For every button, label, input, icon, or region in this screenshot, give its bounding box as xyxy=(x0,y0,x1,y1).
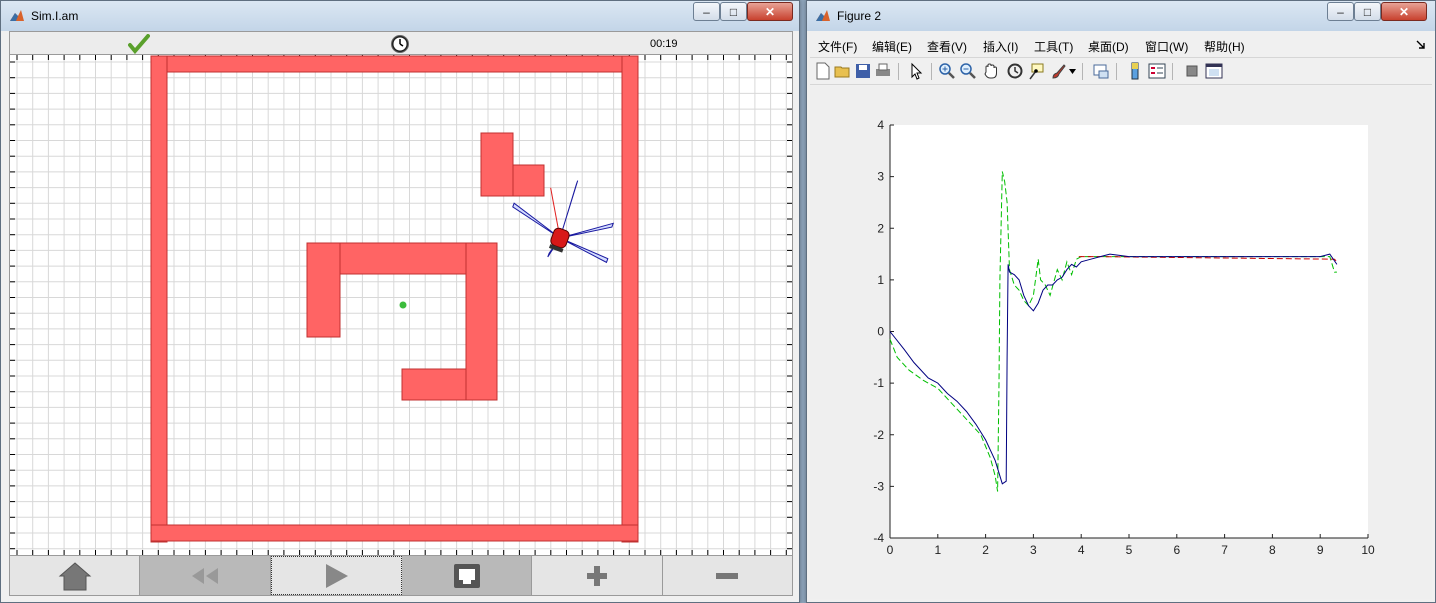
axes-background xyxy=(890,125,1368,538)
wall-block xyxy=(512,164,545,197)
line-chart[interactable]: 0 1 2 3 4 5 6 7 8 9 10 -4 -3 -2 -1 0 1 2 3 4 xyxy=(810,86,1432,599)
menu-view[interactable]: 查看(V) xyxy=(927,38,967,55)
zoom-out-icon[interactable] xyxy=(959,62,977,80)
play-icon xyxy=(326,563,349,588)
figure-toolbar xyxy=(810,57,1432,85)
wall-block xyxy=(339,242,467,275)
wall-block xyxy=(306,242,341,338)
simulator-controls xyxy=(9,555,793,596)
minimize-button[interactable]: – xyxy=(693,2,720,21)
x-tick-label: 2 xyxy=(982,543,989,557)
x-tick-label: 8 xyxy=(1269,543,1276,557)
wall-block xyxy=(150,55,168,543)
simulation-canvas[interactable] xyxy=(9,55,793,555)
chevron-down-icon[interactable] xyxy=(1069,69,1076,74)
sim-window-title: Sim.I.am xyxy=(31,9,79,23)
close-button[interactable]: ✕ xyxy=(747,2,793,21)
wall-block xyxy=(150,55,639,73)
show-plot-tools-icon[interactable] xyxy=(1205,62,1223,80)
y-tick-label: 0 xyxy=(877,325,884,339)
matlab-icon xyxy=(816,10,830,21)
y-tick-label: -4 xyxy=(873,531,884,545)
network-port-icon xyxy=(453,563,480,588)
x-tick-label: 1 xyxy=(934,543,941,557)
brush-icon[interactable] xyxy=(1050,62,1068,80)
menu-bar: 文件(F) 编辑(E) 查看(V) 插入(I) 工具(T) 桌面(D) 窗口(W… xyxy=(810,34,1432,56)
figure-titlebar[interactable]: Figure 2 – □ ✕ xyxy=(807,1,1435,31)
y-tick-label: 1 xyxy=(877,273,884,287)
dock-arrow-icon[interactable] xyxy=(1416,40,1426,50)
minimize-button[interactable]: – xyxy=(1327,2,1354,21)
y-tick-label: 3 xyxy=(877,170,884,184)
pan-icon[interactable] xyxy=(982,62,1000,80)
network-button[interactable] xyxy=(401,556,533,595)
home-icon xyxy=(58,561,91,590)
goal-marker xyxy=(399,301,407,309)
y-tick-label: -2 xyxy=(873,428,884,442)
figure-window-title: Figure 2 xyxy=(837,9,882,23)
figure-window: Figure 2 – □ ✕ 文件(F) 编辑(E) 查看(V) 插入(I) 工… xyxy=(806,0,1436,603)
link-plot-icon[interactable] xyxy=(1092,62,1110,80)
new-figure-icon[interactable] xyxy=(814,62,832,80)
zoom-out-button[interactable] xyxy=(663,556,792,595)
sim-clock: 00:19 xyxy=(650,38,678,50)
menu-insert[interactable]: 插入(I) xyxy=(983,38,1018,55)
maximize-button[interactable]: □ xyxy=(720,2,747,21)
checkmark-icon xyxy=(128,34,150,54)
wall-block xyxy=(480,132,514,197)
matlab-icon xyxy=(10,10,24,21)
y-tick-label: 2 xyxy=(877,221,884,235)
menu-window[interactable]: 窗口(W) xyxy=(1145,38,1188,55)
world-view xyxy=(10,55,792,555)
rewind-button[interactable] xyxy=(140,556,271,595)
rewind-icon xyxy=(191,567,218,584)
menu-desktop[interactable]: 桌面(D) xyxy=(1088,38,1129,55)
y-tick-label: -3 xyxy=(873,479,884,493)
minus-icon xyxy=(716,572,739,579)
wall-block xyxy=(150,524,639,542)
rotate-3d-icon[interactable] xyxy=(1006,62,1024,80)
y-tick-label: -1 xyxy=(873,376,884,390)
simulator-content: 00:19 xyxy=(9,31,793,596)
home-button[interactable] xyxy=(10,556,141,595)
open-file-icon[interactable] xyxy=(834,62,852,80)
wall-block xyxy=(621,55,639,543)
simulator-status-bar: 00:19 xyxy=(9,31,793,55)
x-tick-label: 0 xyxy=(887,543,894,557)
insert-legend-icon[interactable] xyxy=(1148,62,1166,80)
sim-titlebar[interactable]: Sim.I.am – □ ✕ xyxy=(1,1,799,31)
data-cursor-icon[interactable] xyxy=(1028,62,1046,80)
plus-icon xyxy=(586,565,607,586)
maximize-button[interactable]: □ xyxy=(1354,2,1381,21)
play-button[interactable] xyxy=(270,556,402,595)
print-icon[interactable] xyxy=(874,62,892,80)
x-tick-label: 4 xyxy=(1078,543,1085,557)
x-tick-label: 6 xyxy=(1173,543,1180,557)
zoom-in-button[interactable] xyxy=(532,556,663,595)
wall-block xyxy=(401,368,467,401)
x-tick-label: 5 xyxy=(1126,543,1133,557)
hide-plot-tools-icon[interactable] xyxy=(1183,62,1201,80)
menu-file[interactable]: 文件(F) xyxy=(818,38,857,55)
wall-block xyxy=(465,242,498,401)
insert-colorbar-icon[interactable] xyxy=(1126,62,1144,80)
edit-plot-icon[interactable] xyxy=(907,62,925,80)
simulator-window: Sim.I.am – □ ✕ 00:19 xyxy=(0,0,800,603)
menu-tools[interactable]: 工具(T) xyxy=(1034,38,1073,55)
x-tick-label: 10 xyxy=(1361,543,1375,557)
menu-edit[interactable]: 编辑(E) xyxy=(872,38,912,55)
close-button[interactable]: ✕ xyxy=(1381,2,1427,21)
x-tick-label: 3 xyxy=(1030,543,1037,557)
save-icon[interactable] xyxy=(854,62,872,80)
ir-sensor-ray xyxy=(559,222,615,239)
clock-icon xyxy=(391,35,409,53)
x-tick-label: 7 xyxy=(1221,543,1228,557)
y-tick-label: 4 xyxy=(877,118,884,132)
zoom-in-icon[interactable] xyxy=(938,62,956,80)
plot-area: 0 1 2 3 4 5 6 7 8 9 10 -4 -3 -2 -1 0 1 2 3 4 xyxy=(810,86,1432,599)
x-tick-label: 9 xyxy=(1317,543,1324,557)
menu-help[interactable]: 帮助(H) xyxy=(1204,38,1245,55)
obstacles xyxy=(150,55,639,543)
